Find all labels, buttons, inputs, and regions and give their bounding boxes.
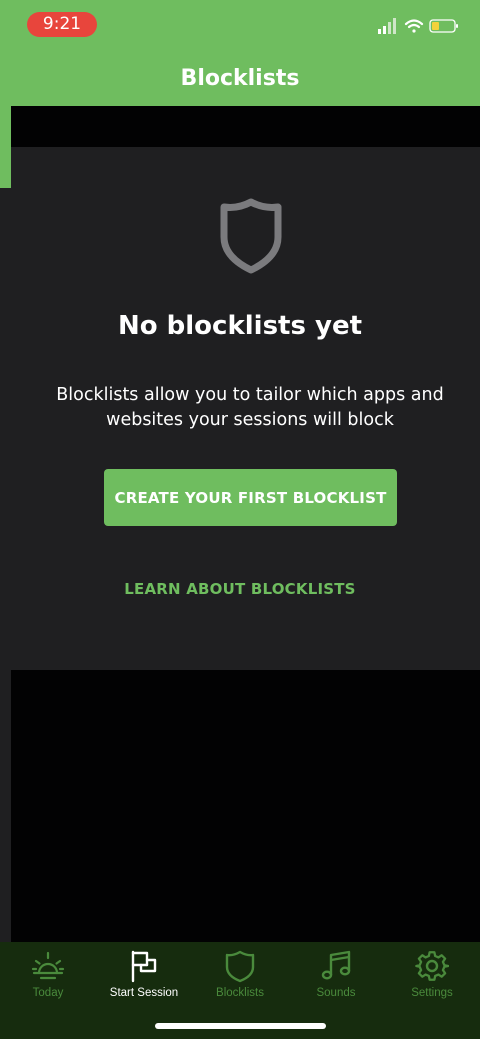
sunrise-icon [31,951,65,980]
music-note-icon [321,950,351,980]
empty-state-title: No blocklists yet [117,311,363,341]
tab-start-session[interactable]: Start Session [96,942,192,1012]
tab-label: Start Session [109,987,179,999]
status-bar: 9:21 [0,0,480,48]
tab-label: Sounds [316,987,356,999]
gear-icon [415,951,449,981]
shield-icon [225,950,255,983]
flag-icon [131,950,157,983]
status-time: 9:21 [27,12,97,37]
tab-blocklists[interactable]: Blocklists [192,942,288,1012]
nav-bar: Blocklists [0,48,480,106]
battery-icon [429,19,458,33]
tab-label: Today [32,987,64,999]
tab-label: Settings [411,987,453,999]
tab-label: Blocklists [216,987,264,999]
left-strip-dark [0,188,11,942]
page-title: Blocklists [180,66,300,91]
learn-about-blocklists-link[interactable]: LEARN ABOUT BLOCKLISTS [0,580,480,598]
status-icons [378,18,458,34]
tab-today[interactable]: Today [0,942,96,1012]
tab-sounds[interactable]: Sounds [288,942,384,1012]
create-first-blocklist-button[interactable]: CREATE YOUR FIRST BLOCKLIST [104,469,397,526]
wifi-icon [404,19,424,33]
left-strip [0,106,11,188]
home-indicator[interactable] [155,1023,326,1029]
tab-settings[interactable]: Settings [384,942,480,1012]
empty-state-description: Blocklists allow you to tailor which app… [56,385,444,430]
shield-icon [220,198,282,274]
signal-icon [378,18,396,34]
